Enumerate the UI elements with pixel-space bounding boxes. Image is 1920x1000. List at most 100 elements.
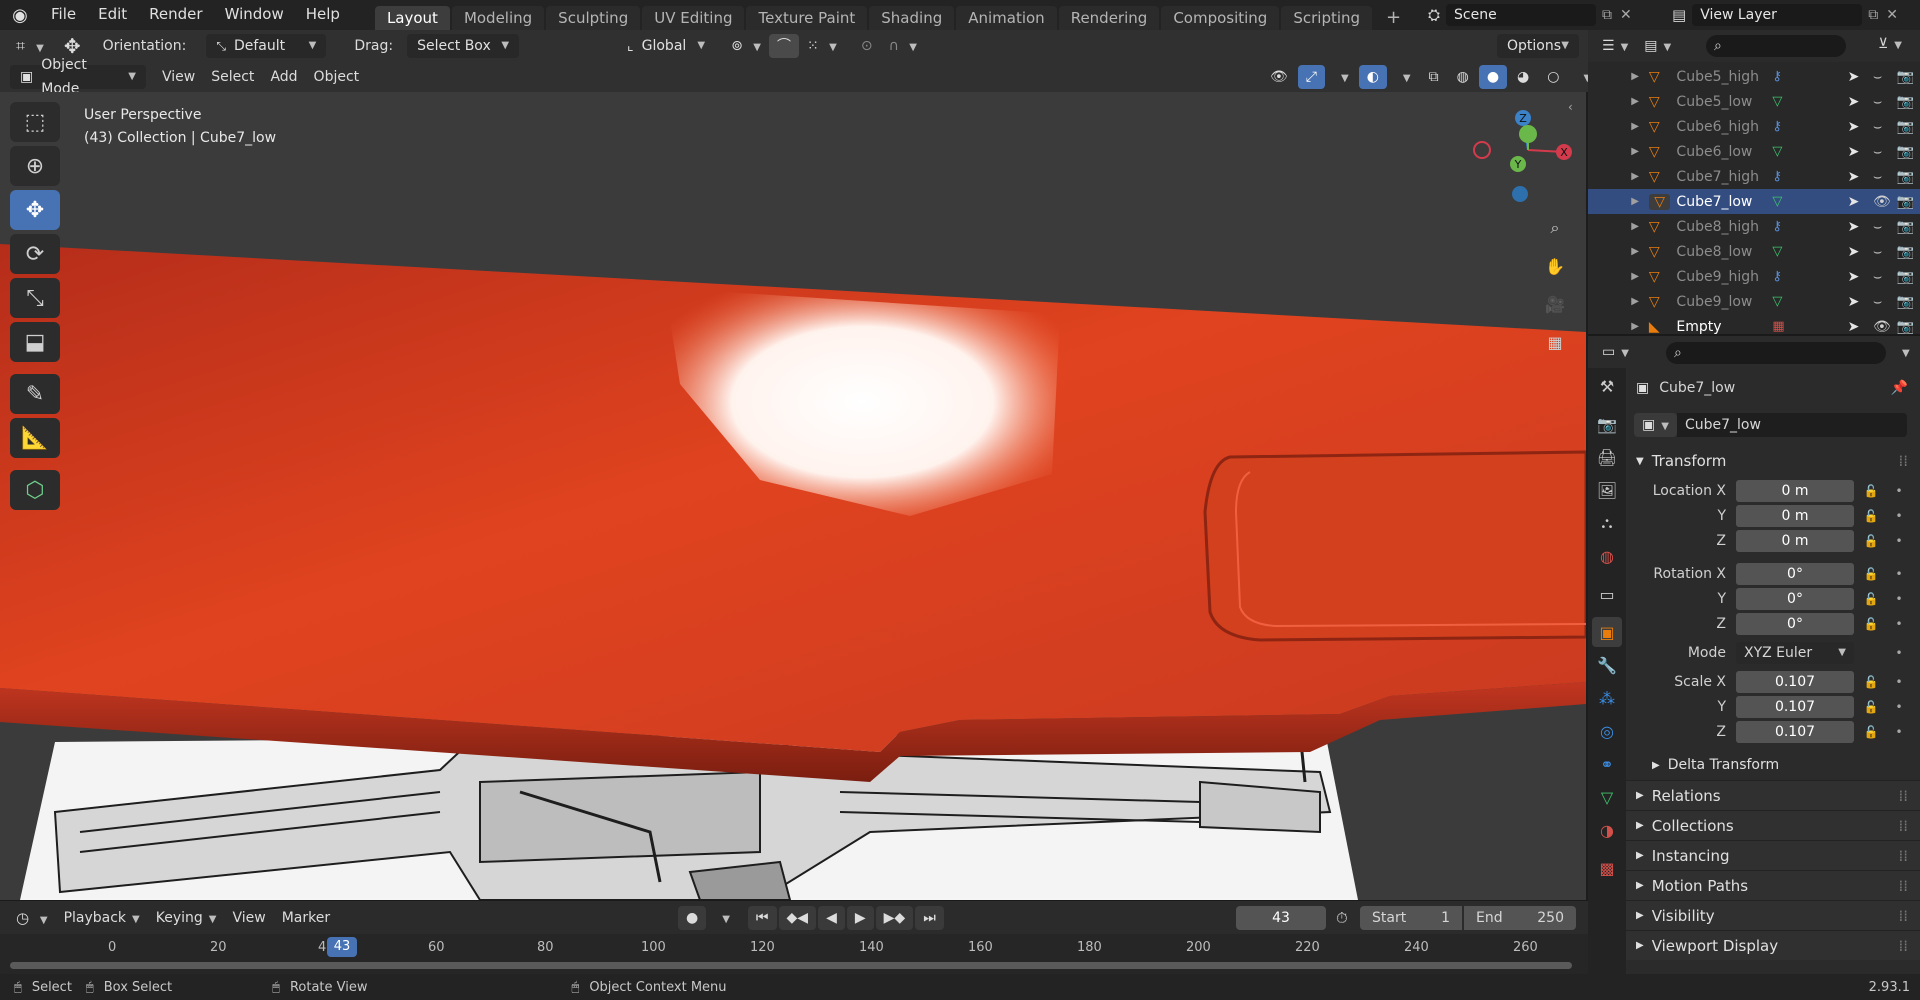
playhead[interactable]: 43	[327, 937, 357, 957]
camera-render-icon[interactable]: 📷	[1897, 194, 1920, 210]
drag-dropdown[interactable]: Select Box ▼	[407, 34, 520, 58]
panel-visibility[interactable]: ▶ Visibility ⁞⁞	[1626, 900, 1920, 930]
add-cube-tool-icon[interactable]: ⬡	[10, 470, 60, 510]
lock-icon[interactable]: 🔓	[1860, 725, 1882, 739]
modifier-icon[interactable]: ⚷	[1772, 269, 1807, 284]
camera-render-icon[interactable]: 📷	[1897, 69, 1920, 85]
transform-panel-header[interactable]: ▼ Transform ⁞⁞	[1626, 446, 1920, 476]
material-tab-icon[interactable]: ◑	[1592, 815, 1622, 845]
selectable-arrow-icon[interactable]: ➤	[1848, 219, 1873, 235]
data-tab-icon[interactable]: ▽	[1592, 782, 1622, 812]
keyframe-dot-icon[interactable]: •	[1888, 700, 1910, 714]
expand-arrow-icon[interactable]: ▶	[1588, 271, 1649, 282]
lock-icon[interactable]: 🔓	[1860, 484, 1882, 498]
texture-tab-icon[interactable]: ▩	[1592, 853, 1622, 883]
scale-y-field[interactable]: 0.107	[1736, 695, 1854, 718]
selectable-arrow-icon[interactable]: ➤	[1848, 169, 1873, 185]
menu-window[interactable]: Window	[214, 0, 295, 30]
expand-arrow-icon[interactable]: ▶	[1588, 121, 1649, 132]
scene-copy-icon[interactable]: ⧉	[1602, 7, 1612, 23]
expand-arrow-icon[interactable]: ▶	[1588, 321, 1649, 332]
xray-toggle-icon[interactable]: ⧉	[1421, 65, 1447, 89]
keyframe-dot-icon[interactable]: •	[1888, 509, 1910, 523]
modifier-icon[interactable]: ⚷	[1772, 119, 1807, 134]
modifier-icon[interactable]: ⚷	[1772, 69, 1807, 84]
lock-icon[interactable]: 🔓	[1860, 700, 1882, 714]
play-icon[interactable]: ▶	[846, 906, 874, 930]
tab-texture-paint[interactable]: Texture Paint	[746, 6, 868, 30]
shading-material-icon[interactable]: ◕	[1509, 65, 1537, 89]
constraints-tab-icon[interactable]: ⚭	[1592, 749, 1622, 779]
expand-arrow-icon[interactable]: ▶	[1588, 146, 1649, 157]
eye-closed-icon[interactable]: ⌣	[1873, 119, 1896, 135]
modifier-tab-icon[interactable]: 🔧	[1592, 650, 1622, 680]
outliner-row[interactable]: ▶ ▽ Cube7_low ▽ ➤ 👁 📷	[1588, 189, 1920, 214]
tab-sculpting[interactable]: Sculpting	[546, 6, 641, 30]
expand-arrow-icon[interactable]: ▶	[1588, 171, 1649, 182]
menu-render[interactable]: Render	[138, 0, 213, 30]
rotation-y-field[interactable]: 0°	[1736, 587, 1854, 610]
timeline-menu-marker[interactable]: Marker	[274, 906, 338, 930]
expand-arrow-icon[interactable]: ▶	[1588, 196, 1649, 207]
eye-closed-icon[interactable]: ⌣	[1873, 269, 1896, 285]
jump-start-icon[interactable]: ⏮	[747, 906, 777, 930]
timeline-menu-playback[interactable]: Playback ▼	[56, 906, 148, 930]
mesh-data-icon[interactable]: ▽	[1772, 294, 1807, 309]
drag-handle-icon[interactable]: ⁞⁞	[1898, 452, 1908, 470]
camera-render-icon[interactable]: 📷	[1897, 94, 1920, 110]
keyframe-dot-icon[interactable]: •	[1888, 592, 1910, 606]
menu-select[interactable]: Select	[203, 65, 262, 89]
location-z-field[interactable]: 0 m	[1736, 529, 1854, 552]
menu-view[interactable]: View	[154, 65, 203, 89]
timeline-scrollbar[interactable]	[10, 962, 1572, 969]
eye-closed-icon[interactable]: ⌣	[1873, 144, 1896, 160]
record-dropdown-icon[interactable]: ▼	[708, 906, 738, 930]
play-reverse-icon[interactable]: ◀	[818, 906, 845, 930]
drag-handle-icon[interactable]: ⁞⁞	[1898, 907, 1908, 925]
selectable-arrow-icon[interactable]: ➤	[1848, 294, 1873, 310]
panel-motion-paths[interactable]: ▶ Motion Paths ⁞⁞	[1626, 870, 1920, 900]
eye-closed-icon[interactable]: ⌣	[1873, 219, 1896, 235]
transform-tool-icon[interactable]: ⬓	[10, 322, 60, 362]
sidebar-toggle-icon[interactable]: ‹	[1568, 100, 1573, 114]
delta-transform-header[interactable]: ▶ Delta Transform	[1626, 750, 1920, 780]
physics-tab-icon[interactable]: ◎	[1592, 716, 1622, 746]
lock-icon[interactable]: 🔓	[1860, 534, 1882, 548]
jump-end-icon[interactable]: ⏭	[915, 906, 944, 930]
lock-icon[interactable]: 🔓	[1860, 592, 1882, 606]
gizmo-toggle-icon[interactable]: ⤢	[1297, 65, 1325, 89]
shading-rendered-icon[interactable]: ○	[1539, 65, 1567, 89]
options-dropdown[interactable]: Options ▼	[1497, 34, 1579, 58]
tab-scripting[interactable]: Scripting	[1281, 6, 1373, 30]
outliner-row[interactable]: ▶ ▽ Cube7_high ⚷ ➤ ⌣ 📷	[1588, 164, 1920, 189]
keyframe-dot-icon[interactable]: •	[1888, 484, 1910, 498]
menu-help[interactable]: Help	[295, 0, 351, 30]
end-frame-field[interactable]: End 250	[1464, 906, 1576, 930]
keyframe-dot-icon[interactable]: •	[1888, 725, 1910, 739]
outliner-search-input[interactable]: ⌕	[1706, 35, 1846, 57]
tab-uv-editing[interactable]: UV Editing	[642, 6, 745, 30]
keyframe-dot-icon[interactable]: •	[1888, 675, 1910, 689]
camera-render-icon[interactable]: 📷	[1897, 219, 1920, 235]
visibility-icon[interactable]: 👁▼	[1262, 65, 1296, 108]
collection-tab-icon[interactable]: ▭	[1592, 579, 1622, 609]
tab-rendering[interactable]: Rendering	[1058, 6, 1160, 30]
expand-arrow-icon[interactable]: ▶	[1588, 96, 1649, 107]
lock-icon[interactable]: 🔓	[1860, 567, 1882, 581]
location-y-field[interactable]: 0 m	[1736, 504, 1854, 527]
menu-object[interactable]: Object	[306, 65, 368, 89]
select-box-tool-icon[interactable]: ⬚	[10, 102, 60, 142]
properties-editor-icon[interactable]: ▭ ▼	[1594, 340, 1637, 364]
drag-handle-icon[interactable]: ⁞⁞	[1898, 877, 1908, 895]
proportional-edit-icon[interactable]: ⊙	[853, 34, 881, 58]
mesh-data-icon[interactable]: ▽	[1772, 244, 1807, 259]
selectable-arrow-icon[interactable]: ➤	[1848, 94, 1873, 110]
camera-render-icon[interactable]: 📷	[1897, 144, 1920, 160]
lock-icon[interactable]: 🔓	[1860, 617, 1882, 631]
tab-shading[interactable]: Shading	[869, 6, 955, 30]
timeline-ruler[interactable]: 0 20 4 60 80 100 120 140 160 180 200 220…	[0, 934, 1588, 974]
outliner-row[interactable]: ▶ ▽ Cube6_high ⚷ ➤ ⌣ 📷	[1588, 114, 1920, 139]
camera-render-icon[interactable]: 📷	[1897, 319, 1920, 335]
pivot-point-icon[interactable]: ⊚ ▼	[723, 34, 769, 58]
view-layer-close-icon[interactable]: ✕	[1886, 7, 1898, 23]
